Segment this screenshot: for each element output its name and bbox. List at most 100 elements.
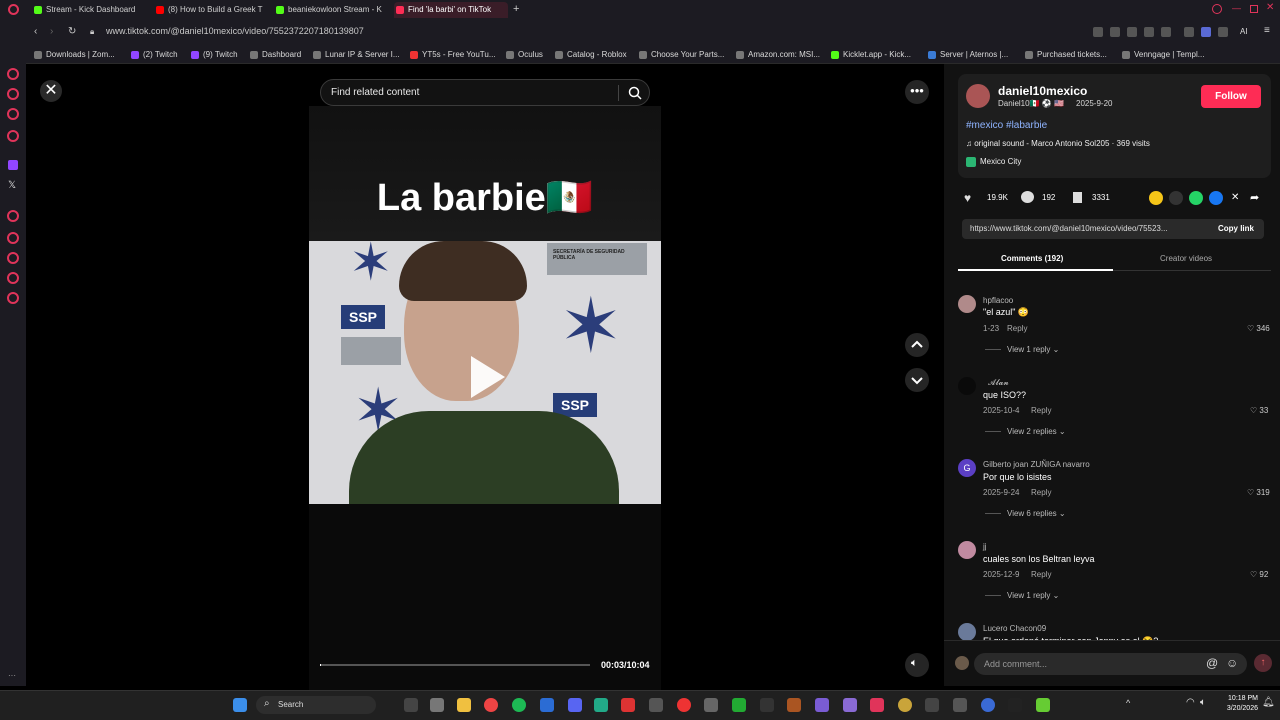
previous-video-button[interactable]: [905, 333, 929, 357]
reply-button[interactable]: Reply: [1031, 488, 1051, 497]
avatar[interactable]: [958, 295, 976, 313]
play-icon[interactable]: [1144, 27, 1154, 37]
reply-button[interactable]: Reply: [1031, 406, 1051, 415]
bookmark-item[interactable]: Venngage | Templ...: [1122, 50, 1204, 59]
tab-youtube[interactable]: (8) How to Build a Greek T: [154, 2, 264, 18]
tab-kick-stream[interactable]: beaniekowloon Stream - K: [274, 2, 384, 18]
notification-icon[interactable]: 🔔︎: [1262, 697, 1275, 708]
post-hashtags[interactable]: #mexico #labarbie: [966, 120, 1047, 131]
reply-button[interactable]: Reply: [1007, 324, 1027, 333]
sidebar-app-icon[interactable]: [7, 88, 19, 100]
bookmark-item[interactable]: Oculus: [506, 50, 543, 59]
comment-input[interactable]: Add comment... @ ☺: [974, 653, 1247, 675]
taskbar-app-icon[interactable]: [925, 698, 939, 712]
comment-icon[interactable]: [1021, 191, 1034, 203]
close-window-button[interactable]: ✕: [1266, 2, 1274, 13]
avatar[interactable]: [958, 623, 976, 641]
tab-comments[interactable]: Comments (192): [1001, 254, 1063, 263]
discord-icon[interactable]: [568, 698, 582, 712]
forward-icon[interactable]: ›: [50, 26, 53, 37]
next-video-button[interactable]: [905, 368, 929, 392]
sidebar-app-icon[interactable]: [7, 252, 19, 264]
bookmark-item[interactable]: Kicklet.app - Kick...: [831, 50, 911, 59]
location-tag[interactable]: Mexico City: [966, 157, 1021, 167]
comment-username[interactable]: hpflacoo: [983, 296, 1013, 305]
comment-username[interactable]: jj: [983, 542, 987, 551]
video-progress-bar[interactable]: [320, 664, 590, 666]
download-icon[interactable]: [1218, 27, 1228, 37]
copy-link-button[interactable]: Copy link: [1218, 224, 1254, 233]
share-icon[interactable]: ➦: [1250, 191, 1259, 204]
wifi-icon[interactable]: ◠: [1186, 697, 1195, 708]
more-options-button[interactable]: •••: [905, 80, 929, 104]
taskbar-app-icon[interactable]: [621, 698, 635, 712]
like-button[interactable]: ♥: [964, 191, 971, 205]
taskbar-app-icon[interactable]: [1008, 698, 1022, 712]
extension-icon[interactable]: [1110, 27, 1120, 37]
sidebar-app-icon[interactable]: [7, 232, 19, 244]
tab-tiktok[interactable]: Find 'la barbi' on TikTok: [394, 2, 508, 18]
taskbar-app-icon[interactable]: [404, 698, 418, 712]
bookmark-item[interactable]: Server | Aternos |...: [928, 50, 1008, 59]
bookmark-icon[interactable]: [1073, 192, 1082, 203]
bookmark-item[interactable]: YT5s - Free YouTu...: [410, 50, 496, 59]
extension-icon[interactable]: [1093, 27, 1103, 37]
tray-chevron-icon[interactable]: ^: [1126, 698, 1130, 708]
taskbar-app-icon[interactable]: [594, 698, 608, 712]
maximize-button[interactable]: [1250, 5, 1258, 13]
author-username[interactable]: daniel10mexico: [998, 84, 1087, 98]
sidebar-app-icon[interactable]: [7, 210, 19, 222]
comment-username[interactable]: Lucero Chacon09: [983, 624, 1046, 633]
bookmark-item[interactable]: Lunar IP & Server I...: [313, 50, 400, 59]
view-replies-button[interactable]: View 2 replies ⌄: [985, 427, 1066, 436]
bookmark-item[interactable]: Amazon.com: MSI...: [736, 50, 820, 59]
taskbar-app-icon[interactable]: [540, 698, 554, 712]
x-share-icon[interactable]: ✕: [1231, 192, 1239, 203]
comment-like-button[interactable]: ♡ 92: [1250, 570, 1268, 579]
twitch-icon[interactable]: [8, 160, 18, 170]
search-icon[interactable]: [627, 85, 643, 101]
avatar[interactable]: [958, 377, 976, 395]
close-icon[interactable]: ✕: [40, 80, 62, 102]
taskbar-clock[interactable]: 10:18 PM 3/20/2026: [1216, 694, 1258, 714]
taskbar-app-icon[interactable]: [760, 698, 774, 712]
taskbar-app-icon[interactable]: [732, 698, 746, 712]
new-tab-button[interactable]: +: [513, 3, 519, 15]
mention-icon[interactable]: @: [1206, 656, 1218, 670]
sidebar-app-icon[interactable]: [7, 68, 19, 80]
video-link[interactable]: https://www.tiktok.com/@daniel10mexico/v…: [970, 224, 1185, 233]
spotify-icon[interactable]: [512, 698, 526, 712]
comment-username[interactable]: 𝓐𝓵𝓪𝓷: [988, 378, 1009, 388]
taskbar-app-icon[interactable]: [815, 698, 829, 712]
taskbar-app-icon[interactable]: [1036, 698, 1050, 712]
embed-icon[interactable]: [1169, 191, 1183, 205]
taskbar-app-icon[interactable]: [787, 698, 801, 712]
whatsapp-icon[interactable]: [1189, 191, 1203, 205]
opera-logo-icon[interactable]: [8, 4, 19, 15]
address-url[interactable]: www.tiktok.com/@daniel10mexico/video/755…: [106, 26, 364, 36]
facebook-icon[interactable]: [1209, 191, 1223, 205]
menu-icon[interactable]: ≡: [1264, 25, 1270, 36]
x-icon[interactable]: 𝕏: [8, 180, 16, 191]
comment-like-button[interactable]: ♡ 346: [1247, 324, 1270, 333]
taskbar-app-icon[interactable]: [649, 698, 663, 712]
taskbar-app-icon[interactable]: [843, 698, 857, 712]
chrome-icon[interactable]: [484, 698, 498, 712]
tab-kick-dashboard[interactable]: Stream - Kick Dashboard: [32, 2, 150, 18]
video-frame[interactable]: ✶ SECRETARÍA DE SEGURIDAD PÚBLICA SSP ✶ …: [309, 241, 661, 504]
coin-icon[interactable]: [1149, 191, 1163, 205]
search-input[interactable]: Find related content: [320, 79, 650, 106]
bookmark-item[interactable]: Downloads | Zom...: [34, 50, 115, 59]
tab-creator-videos[interactable]: Creator videos: [1160, 254, 1212, 263]
comment-like-button[interactable]: ♡ 319: [1247, 488, 1270, 497]
taskbar-app-icon[interactable]: [704, 698, 718, 712]
taskbar-app-icon[interactable]: [953, 698, 967, 712]
post-comment-button[interactable]: ↑: [1254, 654, 1272, 672]
more-options-icon[interactable]: ···: [8, 671, 16, 680]
volume-button[interactable]: 🔈︎: [905, 653, 929, 677]
comment-like-button[interactable]: ♡ 33: [1250, 406, 1268, 415]
back-icon[interactable]: ‹: [34, 26, 37, 37]
taskbar-search[interactable]: ⌕ Search: [256, 696, 376, 714]
minimize-button[interactable]: —: [1232, 3, 1241, 13]
bookmark-item[interactable]: (9) Twitch: [191, 50, 238, 59]
